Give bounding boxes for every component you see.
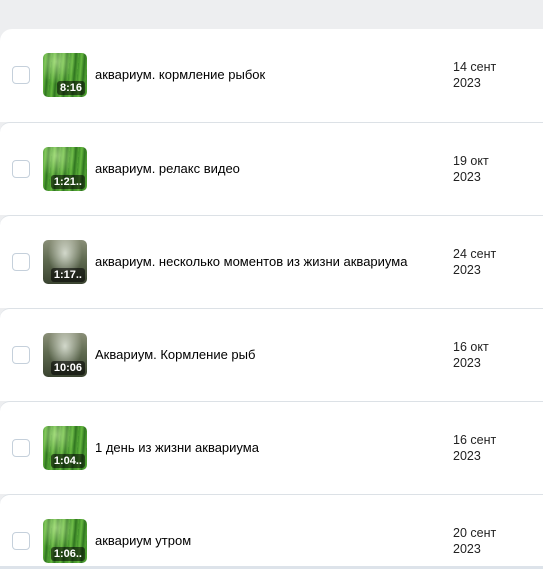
video-title[interactable]: аквариум. релакс видео — [95, 161, 435, 176]
video-date: 24 сент 2023 — [453, 246, 533, 278]
video-row[interactable]: 1:06.. аквариум утром 20 сент 2023 — [0, 494, 543, 569]
video-title[interactable]: аквариум утром — [95, 533, 435, 548]
video-date-year: 2023 — [453, 170, 481, 184]
video-date: 20 сент 2023 — [453, 525, 533, 557]
video-checkbox[interactable] — [12, 532, 30, 550]
video-date: 16 окт 2023 — [453, 339, 533, 371]
video-row[interactable]: 1:04.. 1 день из жизни аквариума 16 сент… — [0, 401, 543, 494]
video-thumbnail[interactable]: 1:06.. — [43, 519, 87, 563]
video-title[interactable]: 1 день из жизни аквариума — [95, 440, 435, 455]
video-date-year: 2023 — [453, 356, 481, 370]
video-duration: 8:16 — [56, 81, 85, 95]
video-selection-page: 8:16 аквариум. кормление рыбок 14 сент 2… — [0, 0, 543, 569]
video-thumbnail[interactable]: 8:16 — [43, 53, 87, 97]
video-date: 14 сент 2023 — [453, 59, 533, 91]
video-title[interactable]: Аквариум. Кормление рыб — [95, 347, 435, 362]
video-duration: 10:06 — [50, 361, 85, 375]
top-strip — [0, 0, 543, 29]
video-checkbox[interactable] — [12, 253, 30, 271]
video-date: 19 окт 2023 — [453, 153, 533, 185]
video-date: 16 сент 2023 — [453, 432, 533, 464]
video-date-day: 24 сент — [453, 247, 497, 261]
video-date-year: 2023 — [453, 263, 481, 277]
video-thumbnail[interactable]: 1:21.. — [43, 147, 87, 191]
video-date-day: 16 окт — [453, 340, 489, 354]
video-date-day: 14 сент — [453, 60, 497, 74]
video-thumbnail[interactable]: 10:06 — [43, 333, 87, 377]
video-checkbox[interactable] — [12, 160, 30, 178]
video-title[interactable]: аквариум. несколько моментов из жизни ак… — [95, 254, 435, 269]
video-list: 8:16 аквариум. кормление рыбок 14 сент 2… — [0, 29, 543, 569]
video-row[interactable]: 1:21.. аквариум. релакс видео 19 окт 202… — [0, 122, 543, 215]
video-duration: 1:21.. — [50, 175, 85, 189]
video-checkbox[interactable] — [12, 346, 30, 364]
video-duration: 1:04.. — [50, 454, 85, 468]
video-thumbnail[interactable]: 1:17.. — [43, 240, 87, 284]
video-date-day: 19 окт — [453, 154, 489, 168]
video-date-year: 2023 — [453, 76, 481, 90]
video-thumbnail[interactable]: 1:04.. — [43, 426, 87, 470]
video-date-year: 2023 — [453, 449, 481, 463]
video-checkbox[interactable] — [12, 439, 30, 457]
video-checkbox[interactable] — [12, 66, 30, 84]
video-duration: 1:06.. — [50, 547, 85, 561]
video-date-day: 20 сент — [453, 526, 497, 540]
video-duration: 1:17.. — [50, 268, 85, 282]
video-date-year: 2023 — [453, 542, 481, 556]
video-date-day: 16 сент — [453, 433, 497, 447]
video-row[interactable]: 1:17.. аквариум. несколько моментов из ж… — [0, 215, 543, 308]
video-row[interactable]: 8:16 аквариум. кормление рыбок 14 сент 2… — [0, 29, 543, 122]
video-title[interactable]: аквариум. кормление рыбок — [95, 67, 435, 82]
video-row[interactable]: 10:06 Аквариум. Кормление рыб 16 окт 202… — [0, 308, 543, 401]
